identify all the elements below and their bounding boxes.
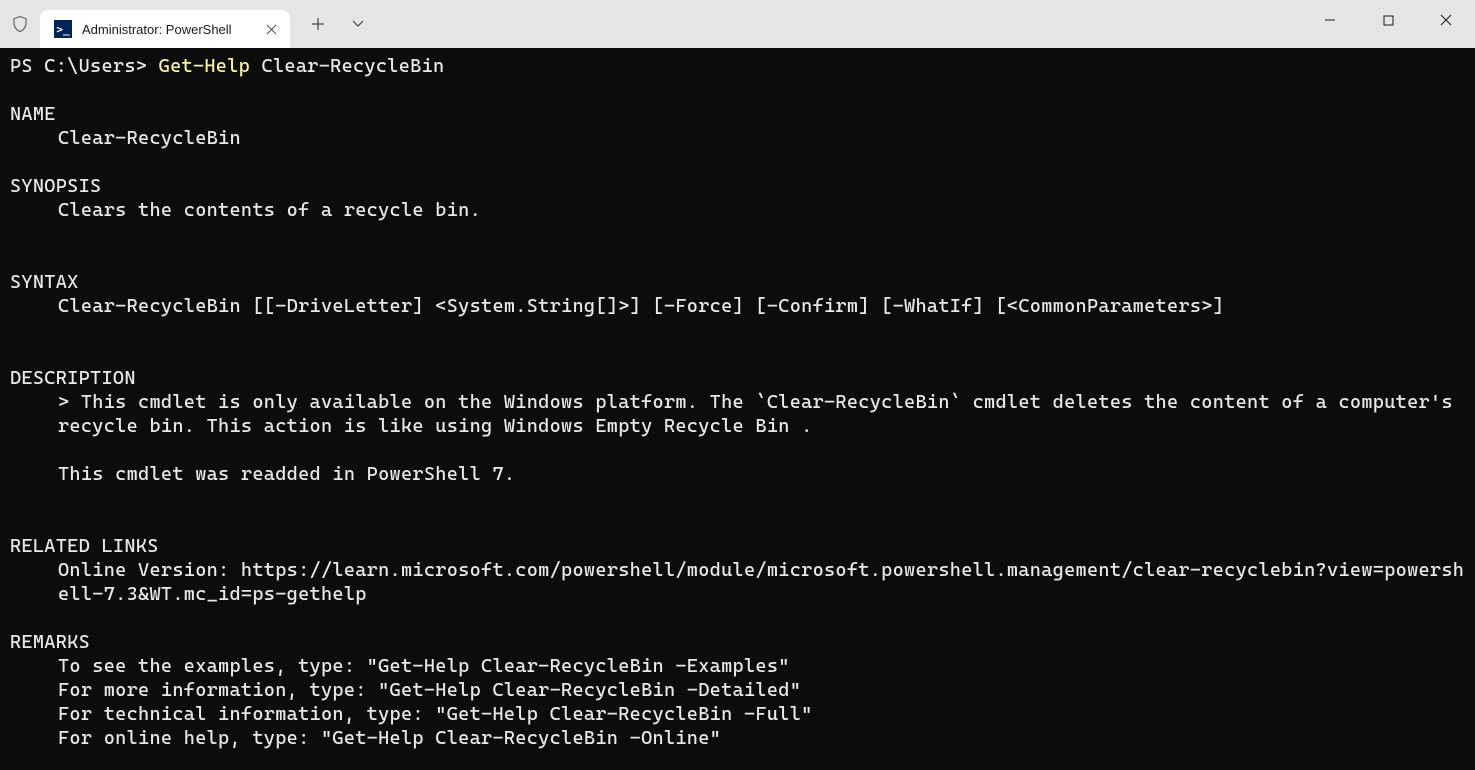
minimize-button[interactable]: [1301, 0, 1359, 40]
window-controls: [1301, 0, 1475, 40]
remarks-line-2: For more information, type: "Get-Help Cl…: [10, 678, 1465, 702]
section-description-line1: > This cmdlet is only available on the W…: [10, 390, 1465, 438]
section-syntax-header: SYNTAX: [10, 271, 79, 293]
powershell-icon: >_: [54, 20, 72, 38]
section-related-value: Online Version: https://learn.microsoft.…: [10, 558, 1465, 606]
section-name-header: NAME: [10, 103, 56, 125]
close-window-button[interactable]: [1417, 0, 1475, 40]
section-related-header: RELATED LINKS: [10, 535, 159, 557]
titlebar-actions: [298, 0, 378, 48]
section-synopsis-value: Clears the contents of a recycle bin.: [10, 198, 1465, 222]
tab-title: Administrator: PowerShell: [82, 22, 252, 37]
new-tab-button[interactable]: [298, 5, 338, 43]
section-synopsis-header: SYNOPSIS: [10, 175, 101, 197]
section-description-line2: This cmdlet was readded in PowerShell 7.: [10, 462, 1465, 486]
section-syntax-value: Clear-RecycleBin [[-DriveLetter] <System…: [10, 294, 1465, 318]
prompt-argument: Clear-RecycleBin: [250, 55, 444, 77]
prompt-command: Get-Help: [159, 55, 250, 77]
section-description-header: DESCRIPTION: [10, 367, 136, 389]
app-shield-icon: [0, 0, 40, 48]
remarks-line-3: For technical information, type: "Get-He…: [10, 702, 1465, 726]
maximize-button[interactable]: [1359, 0, 1417, 40]
titlebar: >_ Administrator: PowerShell: [0, 0, 1475, 48]
section-name-value: Clear-RecycleBin: [10, 126, 1465, 150]
tab-close-button[interactable]: [262, 20, 280, 38]
tab-powershell[interactable]: >_ Administrator: PowerShell: [40, 10, 290, 48]
section-remarks-header: REMARKS: [10, 631, 90, 653]
remarks-line-4: For online help, type: "Get-Help Clear-R…: [10, 726, 1465, 750]
remarks-line-1: To see the examples, type: "Get-Help Cle…: [10, 654, 1465, 678]
prompt-prefix: PS C:\Users>: [10, 55, 159, 77]
tab-dropdown-button[interactable]: [338, 5, 378, 43]
terminal-output[interactable]: PS C:\Users> Get-Help Clear-RecycleBin N…: [0, 48, 1475, 770]
